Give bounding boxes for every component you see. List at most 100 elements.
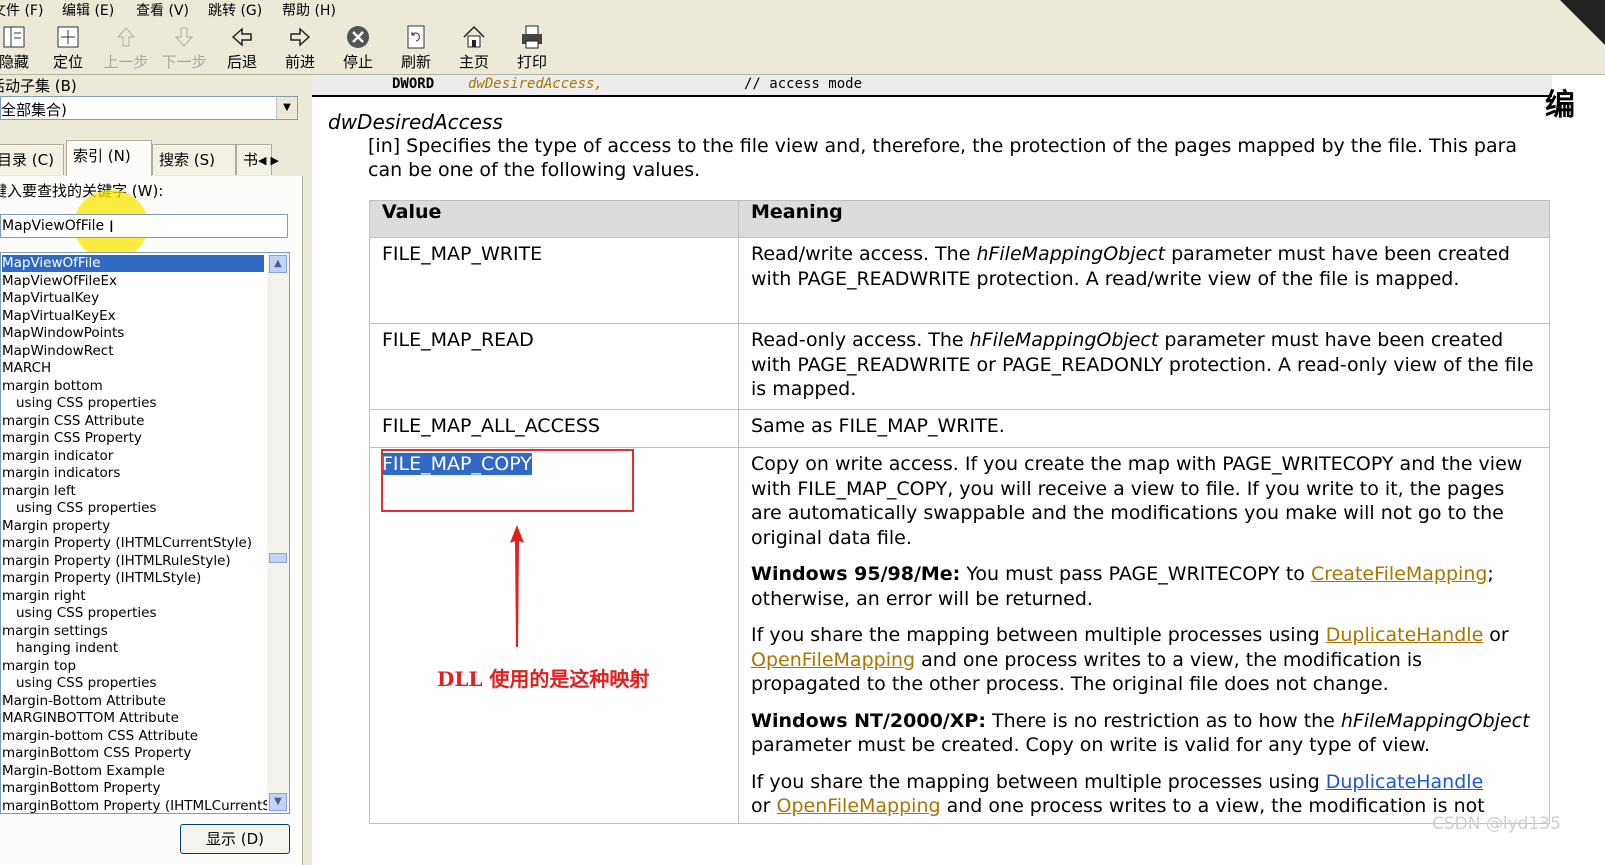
- tab-search[interactable]: 搜索 (S): [152, 144, 236, 175]
- refresh-button[interactable]: 刷新: [388, 24, 444, 72]
- header-value: Value: [369, 200, 739, 238]
- arrow-left-icon[interactable]: ◀: [258, 154, 266, 167]
- list-item[interactable]: using CSS properties: [16, 675, 157, 692]
- scroll-down-icon[interactable]: ▼: [269, 793, 287, 811]
- list-item[interactable]: MapVirtualKey: [2, 290, 99, 307]
- stop-icon: [347, 26, 369, 48]
- list-item[interactable]: margin Property (IHTMLCurrentStyle): [2, 535, 252, 552]
- list-item[interactable]: margin Property (IHTMLStyle): [2, 570, 201, 587]
- link-duplicatehandle[interactable]: DuplicateHandle: [1326, 624, 1484, 646]
- tab-scroll-arrows[interactable]: ◀ ▶: [258, 152, 294, 170]
- list-item[interactable]: margin-bottom CSS Attribute: [2, 728, 198, 745]
- tab-index[interactable]: 索引 (N): [66, 140, 152, 177]
- annotation-box: [381, 449, 634, 512]
- list-item[interactable]: margin CSS Property: [2, 430, 142, 447]
- keyword-label: 键入要查找的关键字 (W):: [0, 182, 164, 200]
- row-meaning: Read-only access. The hFileMappingObject…: [738, 323, 1550, 410]
- link-openfilemapping-2[interactable]: OpenFileMapping: [776, 795, 940, 817]
- list-item[interactable]: margin bottom: [2, 378, 103, 395]
- link-createfilemapping[interactable]: CreateFileMapping: [1311, 563, 1487, 585]
- home-icon: [463, 25, 485, 48]
- edge-heading-fragment: 编: [1545, 88, 1575, 123]
- list-item[interactable]: MapViewOfFileEx: [2, 273, 117, 290]
- prev-button[interactable]: 上一步: [98, 24, 154, 72]
- link-openfilemapping[interactable]: OpenFileMapping: [751, 649, 915, 671]
- text-cursor-icon: I: [109, 217, 114, 236]
- header-meaning: Meaning: [738, 200, 1550, 238]
- list-item[interactable]: margin Property (IHTMLRuleStyle): [2, 553, 231, 570]
- vertical-scrollbar[interactable]: ▲ ▼: [267, 253, 289, 813]
- tab-favorites-label: 书: [243, 151, 259, 169]
- menu-goto[interactable]: 跳转 (G): [208, 0, 262, 20]
- parameter-description: [in] Specifies the type of access to the…: [368, 134, 1605, 182]
- forward-button[interactable]: 前进: [272, 24, 328, 72]
- list-item[interactable]: MapViewOfFile: [2, 255, 264, 272]
- scroll-thumb[interactable]: [269, 553, 287, 563]
- toolbar: 隐藏 定位 上一步 下一步 后退 前进 停止 刷新 主页 打印: [0, 20, 1605, 75]
- print-button[interactable]: 打印: [504, 24, 560, 72]
- chevron-down-icon[interactable]: ▼: [276, 97, 297, 119]
- row-value: FILE_MAP_READ: [369, 323, 739, 410]
- hide-button[interactable]: 隐藏: [0, 24, 42, 72]
- list-item[interactable]: margin indicators: [2, 465, 120, 482]
- tab-index-label: 索引 (N): [73, 147, 131, 165]
- list-item[interactable]: marginBottom Property (IHTMLCurrentStyle…: [2, 798, 289, 814]
- list-item[interactable]: Margin-Bottom Attribute: [2, 693, 166, 710]
- annotation-arrow-icon: [510, 525, 524, 647]
- parameter-description-line1: [in] Specifies the type of access to the…: [368, 135, 1518, 157]
- list-item[interactable]: margin left: [2, 483, 76, 500]
- list-item[interactable]: Margin property: [2, 518, 110, 535]
- printer-icon: [522, 25, 542, 49]
- menu-edit[interactable]: 编辑 (E): [62, 0, 114, 20]
- list-item[interactable]: marginBottom Property: [2, 780, 161, 797]
- subset-value: 全部集合): [1, 101, 67, 119]
- list-item[interactable]: margin settings: [2, 623, 108, 640]
- hide-label: 隐藏: [0, 53, 29, 71]
- stop-button[interactable]: 停止: [330, 24, 386, 72]
- tab-contents[interactable]: 目录 (C): [0, 144, 64, 175]
- index-list[interactable]: MapViewOfFile MapViewOfFileEx MapVirtualKe…: [0, 252, 290, 814]
- list-item[interactable]: using CSS properties: [16, 395, 157, 412]
- menu-help[interactable]: 帮助 (H): [282, 0, 336, 20]
- arrow-down-icon: [174, 27, 194, 47]
- home-button[interactable]: 主页: [446, 24, 502, 72]
- link-duplicatehandle-2[interactable]: DuplicateHandle: [1326, 771, 1484, 793]
- list-item[interactable]: marginBottom CSS Property: [2, 745, 191, 762]
- list-item[interactable]: MapWindowRect: [2, 343, 114, 360]
- display-button[interactable]: 显示 (D): [180, 824, 290, 854]
- next-button[interactable]: 下一步: [156, 24, 212, 72]
- list-item[interactable]: margin CSS Attribute: [2, 413, 144, 430]
- list-item[interactable]: Margin-Bottom Example: [2, 763, 165, 780]
- table-header-row: Value Meaning: [369, 200, 1550, 238]
- list-item[interactable]: using CSS properties: [16, 605, 157, 622]
- list-item[interactable]: margin top: [2, 658, 76, 675]
- back-button[interactable]: 后退: [214, 24, 270, 72]
- parameter-name: dwDesiredAccess: [328, 110, 503, 134]
- stop-label: 停止: [342, 53, 373, 71]
- list-item[interactable]: margin indicator: [2, 448, 113, 465]
- tab-search-label: 搜索 (S): [159, 151, 215, 169]
- menu-file[interactable]: 文件 (F): [0, 0, 43, 20]
- menu-view[interactable]: 查看 (V): [136, 0, 189, 20]
- list-item[interactable]: MapVirtualKeyEx: [2, 308, 116, 325]
- scroll-up-icon[interactable]: ▲: [269, 255, 287, 273]
- share-note-1: If you share the mapping between multipl…: [751, 624, 1509, 695]
- table-row: FILE_MAP_READ Read-only access. The hFil…: [369, 323, 1550, 410]
- row-value: FILE_MAP_WRITE: [369, 237, 739, 324]
- list-item[interactable]: margin right: [2, 588, 86, 605]
- arrow-right-icon[interactable]: ▶: [270, 154, 278, 167]
- list-item[interactable]: MapWindowPoints: [2, 325, 124, 342]
- locate-button[interactable]: 定位: [40, 24, 96, 72]
- keyword-input[interactable]: MapViewOfFile I: [0, 214, 288, 238]
- list-item[interactable]: MARCH: [2, 360, 51, 377]
- list-item[interactable]: hanging indent: [16, 640, 118, 657]
- subset-select[interactable]: 全部集合) ▼: [0, 96, 298, 120]
- refresh-label: 刷新: [400, 53, 431, 71]
- list-item[interactable]: using CSS properties: [16, 500, 157, 517]
- back-label: 后退: [226, 53, 257, 71]
- locate-icon: [57, 26, 79, 48]
- forward-label: 前进: [284, 53, 315, 71]
- row-meaning: Same as FILE_MAP_WRITE.: [738, 409, 1550, 448]
- share-note-2: If you share the mapping between multipl…: [751, 770, 1485, 818]
- list-item[interactable]: MARGINBOTTOM Attribute: [2, 710, 179, 727]
